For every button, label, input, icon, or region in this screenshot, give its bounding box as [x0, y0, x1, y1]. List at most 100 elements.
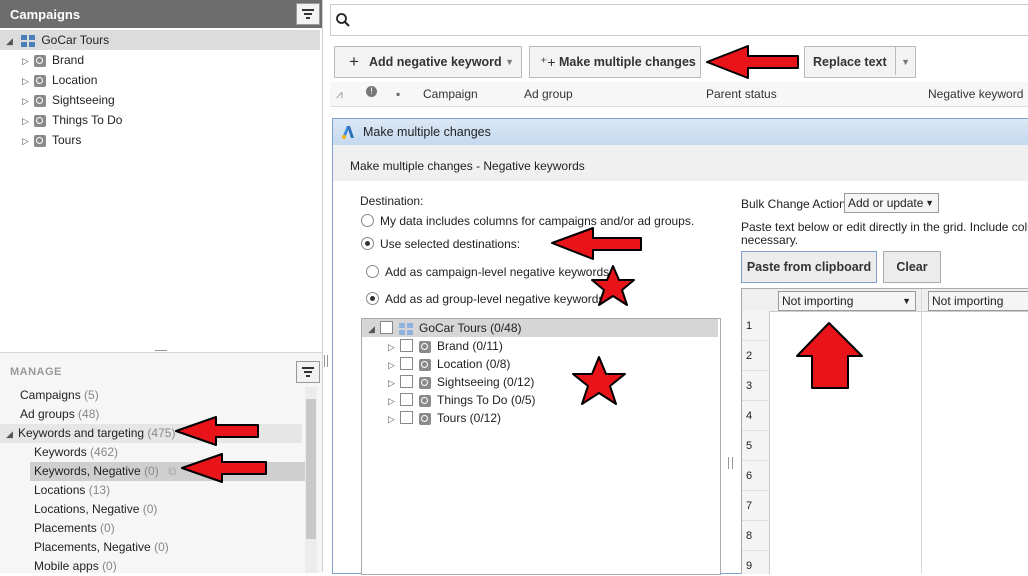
tree-item-location[interactable]: ▷ Location [22, 70, 97, 90]
search-campaign-icon [419, 376, 431, 389]
column-campaign[interactable]: Campaign [423, 87, 478, 101]
paste-from-clipboard-button[interactable]: Paste from clipboard [741, 251, 877, 283]
column-negative-keyword[interactable]: Negative keyword [928, 87, 1023, 101]
row-number: 8 [742, 521, 770, 551]
manage-item-placements-negative[interactable]: Placements, Negative (0) [34, 538, 169, 557]
dest-tree-brand[interactable]: ▷ Brand (0/11) [388, 337, 503, 355]
dest-tree-location[interactable]: ▷ Location (0/8) [388, 355, 510, 373]
dropdown-icon[interactable]: ▼ [901, 47, 910, 77]
option-label: Use selected destinations: [380, 237, 521, 251]
row-number: 2 [742, 341, 770, 371]
radio-button[interactable] [361, 214, 374, 227]
checkbox[interactable] [380, 321, 393, 334]
manage-item-locations[interactable]: Locations (13) [34, 481, 110, 500]
expand-icon[interactable]: ▷ [22, 71, 34, 91]
column-ad-group[interactable]: Ad group [524, 87, 573, 101]
scrollbar-thumb[interactable] [306, 399, 316, 539]
manage-item-count: (5) [84, 388, 99, 402]
dest-tree-things-to-do[interactable]: ▷ Things To Do (0/5) [388, 391, 536, 409]
expand-icon[interactable]: ▷ [388, 338, 400, 356]
comment-icon[interactable]: ▪ [396, 87, 400, 101]
manage-item-count: (0) [100, 521, 115, 535]
checkbox[interactable] [400, 375, 413, 388]
bulk-change-select[interactable]: Add or update ▼ [844, 193, 939, 213]
clear-button[interactable]: Clear [883, 251, 941, 283]
sort-icon[interactable]: ⩘ [336, 87, 343, 102]
manage-item-label: Keywords, Negative [34, 464, 141, 478]
option-adgroup-level[interactable]: Add as ad group-level negative keywords [366, 292, 604, 306]
expand-icon[interactable]: ▷ [388, 392, 400, 410]
expand-icon[interactable]: ▷ [388, 374, 400, 392]
dest-tree-root[interactable]: ◢ GoCar Tours (0/48) [362, 319, 718, 337]
checkbox[interactable] [400, 357, 413, 370]
expand-icon[interactable]: ▷ [22, 91, 34, 111]
manage-item-count: (13) [88, 483, 111, 497]
collapse-icon[interactable]: ◢ [6, 425, 18, 444]
tree-root-row[interactable]: ◢ GoCar Tours [0, 30, 320, 50]
tree-root-label: GoCar Tours [41, 33, 110, 47]
column-import-select-1[interactable]: Not importing ▼ [778, 291, 916, 311]
select-value: Not importing [782, 294, 854, 308]
expand-icon[interactable]: ▷ [22, 111, 34, 131]
column-parent-status[interactable]: Parent status [706, 87, 777, 101]
expand-icon[interactable]: ▷ [388, 410, 400, 428]
dropdown-icon[interactable]: ▼ [505, 47, 514, 77]
manage-item-keywords-targeting[interactable]: ◢ Keywords and targeting (475) [0, 424, 302, 443]
manage-item-ad-groups[interactable]: Ad groups (48) [20, 405, 99, 424]
checkbox[interactable] [400, 393, 413, 406]
option-label: Add as ad group-level negative keywords [385, 292, 605, 306]
checkbox[interactable] [400, 339, 413, 352]
column-import-select-2[interactable]: Not importing [928, 291, 1028, 311]
tree-item-things-to-do[interactable]: ▷ Things To Do [22, 110, 122, 130]
dialog-splitter-handle[interactable] [728, 457, 733, 469]
manage-item-locations-negative[interactable]: Locations, Negative (0) [34, 500, 157, 519]
tree-item-tours[interactable]: ▷ Tours [22, 130, 81, 150]
warning-icon[interactable]: ! [366, 86, 377, 97]
manage-item-keywords-negative[interactable]: Keywords, Negative (0) ⧉ [30, 462, 306, 481]
manage-item-mobile-apps[interactable]: Mobile apps (0) [34, 557, 117, 576]
dest-tree-sightseeing[interactable]: ▷ Sightseeing (0/12) [388, 373, 534, 391]
manage-item-keywords[interactable]: Keywords (462) [34, 443, 118, 462]
tree-item-label: Sightseeing [52, 93, 115, 107]
multi-plus-icon: ⁺+ [540, 54, 556, 70]
tree-label: Tours (0/12) [437, 411, 502, 425]
manage-scrollbar[interactable] [305, 387, 317, 573]
checkbox[interactable] [400, 411, 413, 424]
dest-tree-tours[interactable]: ▷ Tours (0/12) [388, 409, 501, 427]
radio-button[interactable] [366, 265, 379, 278]
search-bar[interactable] [330, 4, 1028, 36]
search-campaign-icon [419, 412, 431, 425]
filter-icon[interactable] [296, 3, 320, 25]
make-multiple-changes-button[interactable]: ⁺+ Make multiple changes [529, 46, 701, 78]
dialog-title-bar[interactable]: Make multiple changes [333, 119, 1028, 145]
tree-label: Sightseeing (0/12) [437, 375, 535, 389]
tree-item-sightseeing[interactable]: ▷ Sightseeing [22, 90, 115, 110]
manage-filter-icon[interactable] [296, 361, 320, 383]
collapse-icon[interactable]: ◢ [368, 320, 380, 338]
manage-item-count: (48) [78, 407, 100, 421]
option-campaign-level[interactable]: Add as campaign-level negative keywords [366, 265, 609, 279]
vertical-splitter-handle[interactable] [324, 355, 328, 367]
option-selected-destinations[interactable]: Use selected destinations: [361, 237, 520, 251]
manage-item-count: (0) [144, 464, 159, 478]
tree-item-brand[interactable]: ▷ Brand [22, 50, 84, 70]
import-grid[interactable]: Not importing ▼ Not importing 1 2 3 4 5 6… [741, 288, 1028, 574]
destination-tree: ◢ GoCar Tours (0/48) ▷ Brand (0/11) ▷ Locat… [361, 318, 721, 575]
search-campaign-icon [34, 74, 46, 87]
option-columns[interactable]: My data includes columns for campaigns a… [361, 214, 694, 228]
manage-item-campaigns[interactable]: Campaigns (5) [20, 386, 99, 405]
expand-icon[interactable]: ▷ [22, 131, 34, 151]
manage-item-count: (0) [102, 559, 117, 573]
expand-icon[interactable]: ▷ [22, 51, 34, 71]
radio-button[interactable] [361, 237, 374, 250]
dialog-title: Make multiple changes [363, 125, 491, 139]
manage-panel: MANAGE Campaigns (5) Ad groups (48) ◢ Key… [0, 352, 322, 573]
add-negative-keyword-button[interactable]: + Add negative keyword ▼ [334, 46, 522, 78]
radio-button[interactable] [366, 292, 379, 305]
open-external-icon[interactable]: ⧉ [168, 464, 177, 478]
manage-item-placements[interactable]: Placements (0) [34, 519, 115, 538]
collapse-icon[interactable]: ◢ [6, 31, 18, 51]
expand-icon[interactable]: ▷ [388, 356, 400, 374]
replace-text-button[interactable]: Replace text ▼ [804, 46, 916, 78]
tree-item-label: Tours [52, 133, 82, 147]
